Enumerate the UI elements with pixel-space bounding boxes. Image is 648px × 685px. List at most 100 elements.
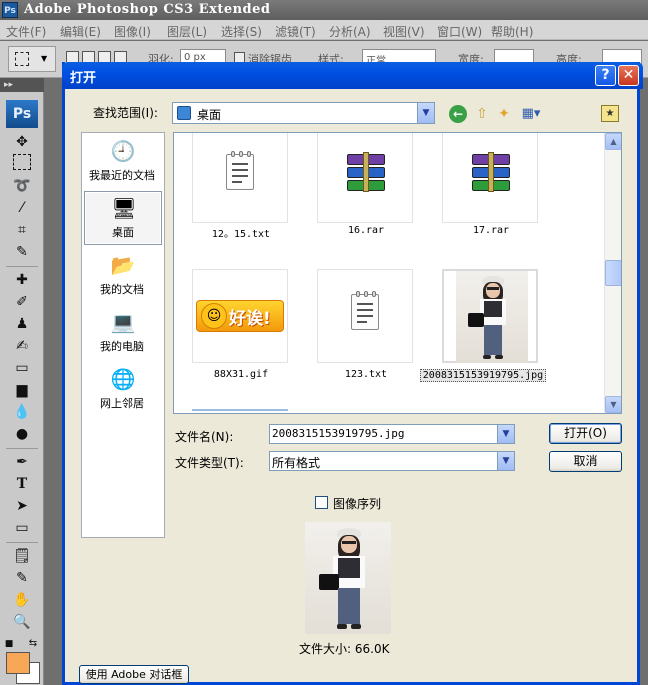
desktop-icon bbox=[177, 106, 191, 120]
menu-window[interactable]: 窗口(W) bbox=[437, 23, 482, 40]
my-documents-icon: 📂 bbox=[110, 253, 136, 277]
menu-select[interactable]: 选择(S) bbox=[221, 23, 262, 40]
filename-label: 文件名(N): bbox=[175, 430, 234, 444]
eraser-tool-icon[interactable]: ▭ bbox=[11, 358, 33, 378]
lookin-label: 查找范围(I): bbox=[93, 106, 158, 120]
use-adobe-dialog-button[interactable]: 使用 Adobe 对话框 bbox=[79, 665, 189, 684]
view-menu-icon[interactable]: ▦▾ bbox=[519, 105, 543, 123]
shape-tool-icon[interactable]: ▭ bbox=[11, 518, 33, 538]
place-network[interactable]: 🌐 网上邻居 bbox=[84, 363, 162, 417]
open-dialog: 打开 ? ✕ 查找范围(I): 桌面 ▼ ← ⇧ ✦ ▦▾ ★ 🕘 我最近的文档… bbox=[62, 62, 643, 685]
next-row-thumbnail bbox=[192, 409, 288, 413]
chevron-down-icon[interactable]: ▼ bbox=[497, 425, 514, 443]
healing-brush-tool-icon[interactable]: ✚ bbox=[11, 270, 33, 290]
type-tool-icon[interactable]: T bbox=[11, 474, 33, 494]
blur-tool-icon[interactable]: 💧 bbox=[11, 402, 33, 422]
up-folder-icon[interactable]: ⇧ bbox=[473, 105, 491, 123]
file-name: 123.txt bbox=[344, 369, 388, 380]
file-name: 2008315153919795.jpg bbox=[420, 369, 546, 382]
path-selection-tool-icon[interactable]: ➤ bbox=[11, 496, 33, 516]
file-item[interactable]: 16.rar bbox=[299, 133, 419, 271]
menu-help[interactable]: 帮助(H) bbox=[491, 23, 533, 40]
file-list-scrollbar[interactable]: ▲ ▼ bbox=[604, 133, 621, 413]
pen-tool-icon[interactable]: ✒ bbox=[11, 452, 33, 472]
lookin-value: 桌面 bbox=[197, 108, 222, 122]
file-name: 12。15.txt bbox=[211, 229, 271, 240]
back-arrow-icon[interactable]: ← bbox=[449, 105, 467, 123]
place-label: 我最近的文档 bbox=[89, 169, 155, 182]
hand-tool-icon[interactable]: ✋ bbox=[11, 590, 33, 610]
tools-divider bbox=[6, 266, 38, 267]
menu-bar: 文件(F) 编辑(E) 图像(I) 图层(L) 选择(S) 滤镜(T) 分析(A… bbox=[0, 20, 648, 40]
file-item[interactable]: ☺ 好诶! 88X31.gif bbox=[174, 269, 294, 407]
swap-colors-icon[interactable]: ⇆ bbox=[26, 634, 40, 654]
dodge-tool-icon[interactable]: ● bbox=[11, 424, 33, 444]
tool-preset-picker[interactable]: ▼ bbox=[8, 46, 56, 72]
lookin-dropdown[interactable]: 桌面 ▼ bbox=[172, 102, 435, 124]
file-list: 12。15.txt 16.rar 17.rar ☺ 好诶! 88X31.gif … bbox=[173, 132, 622, 414]
place-desktop[interactable]: 🖥 桌面 bbox=[84, 191, 162, 245]
place-label: 网上邻居 bbox=[100, 397, 144, 410]
marquee-tool-icon[interactable] bbox=[13, 154, 31, 170]
filetype-label: 文件类型(T): bbox=[175, 456, 244, 470]
rect-marquee-icon bbox=[15, 52, 29, 66]
place-recent[interactable]: 🕘 我最近的文档 bbox=[84, 135, 162, 189]
notes-tool-icon[interactable]: 🗒 bbox=[11, 546, 33, 566]
eyedropper-tool-icon[interactable]: ✎ bbox=[11, 568, 33, 588]
magic-wand-tool-icon[interactable]: ⁄ bbox=[11, 198, 33, 218]
file-item[interactable]: 123.txt bbox=[299, 269, 419, 407]
dialog-title-bar[interactable]: 打开 ? ✕ bbox=[62, 62, 643, 89]
history-brush-tool-icon[interactable]: ✍ bbox=[11, 336, 33, 356]
new-folder-icon[interactable]: ✦ bbox=[495, 105, 513, 123]
rar-archive-icon bbox=[472, 152, 510, 192]
scroll-down-icon[interactable]: ▼ bbox=[605, 396, 621, 413]
file-item[interactable]: 12。15.txt bbox=[174, 133, 294, 271]
tools-panel-header[interactable]: ▸▸ bbox=[0, 78, 44, 92]
slice-tool-icon[interactable]: ✎ bbox=[11, 242, 33, 262]
image-sequence-checkbox[interactable] bbox=[315, 496, 328, 509]
crop-tool-icon[interactable]: ⌗ bbox=[11, 220, 33, 240]
scroll-up-icon[interactable]: ▲ bbox=[605, 133, 621, 150]
help-button[interactable]: ? bbox=[595, 65, 616, 86]
file-name: 17.rar bbox=[472, 225, 510, 236]
dialog-title: 打开 bbox=[70, 71, 97, 86]
open-button[interactable]: 打开(O) bbox=[549, 423, 622, 444]
cancel-button[interactable]: 取消 bbox=[549, 451, 622, 472]
chevron-down-icon[interactable]: ▼ bbox=[417, 103, 434, 123]
file-size-label: 文件大小: 66.0K bbox=[299, 642, 390, 656]
filetype-dropdown[interactable]: 所有格式 ▼ bbox=[269, 451, 515, 471]
menu-filter[interactable]: 滤镜(T) bbox=[275, 23, 316, 40]
desktop-icon: 🖥 bbox=[111, 196, 137, 220]
default-colors-icon[interactable]: ■ bbox=[2, 634, 16, 654]
text-file-icon bbox=[226, 151, 254, 190]
gradient-tool-icon[interactable]: ▆ bbox=[11, 380, 33, 400]
chevron-down-icon[interactable]: ▼ bbox=[497, 452, 514, 470]
network-places-icon: 🌐 bbox=[110, 367, 136, 391]
file-thumbnail bbox=[192, 133, 288, 223]
clone-stamp-tool-icon[interactable]: ♟ bbox=[11, 314, 33, 334]
lasso-tool-icon[interactable]: ➰ bbox=[11, 176, 33, 196]
move-tool-icon[interactable]: ✥ bbox=[11, 132, 33, 152]
brush-tool-icon[interactable]: ✐ bbox=[11, 292, 33, 312]
place-label: 我的文档 bbox=[100, 283, 144, 296]
menu-analysis[interactable]: 分析(A) bbox=[329, 23, 371, 40]
place-my-computer[interactable]: 💻 我的电脑 bbox=[84, 306, 162, 360]
desktop-shortcut-icon[interactable]: ★ bbox=[601, 105, 619, 122]
menu-file[interactable]: 文件(F) bbox=[6, 23, 46, 40]
zoom-tool-icon[interactable]: 🔍 bbox=[11, 612, 33, 632]
place-label: 桌面 bbox=[112, 226, 134, 239]
file-item[interactable]: 17.rar bbox=[424, 133, 544, 271]
foreground-color-swatch[interactable] bbox=[6, 652, 30, 674]
menu-layer[interactable]: 图层(L) bbox=[167, 23, 207, 40]
close-button[interactable]: ✕ bbox=[618, 65, 639, 86]
filename-input[interactable]: 2008315153919795.jpg ▼ bbox=[269, 424, 515, 444]
place-my-documents[interactable]: 📂 我的文档 bbox=[84, 249, 162, 303]
scrollbar-thumb[interactable] bbox=[605, 260, 621, 286]
file-item-selected[interactable]: 2008315153919795.jpg bbox=[420, 269, 546, 407]
photoshop-logo: Ps bbox=[6, 100, 38, 128]
menu-view[interactable]: 视图(V) bbox=[383, 23, 425, 40]
file-thumbnail bbox=[442, 133, 538, 223]
gif-banner-text: 好诶! bbox=[229, 309, 271, 329]
menu-image[interactable]: 图像(I) bbox=[114, 23, 151, 40]
menu-edit[interactable]: 编辑(E) bbox=[60, 23, 101, 40]
